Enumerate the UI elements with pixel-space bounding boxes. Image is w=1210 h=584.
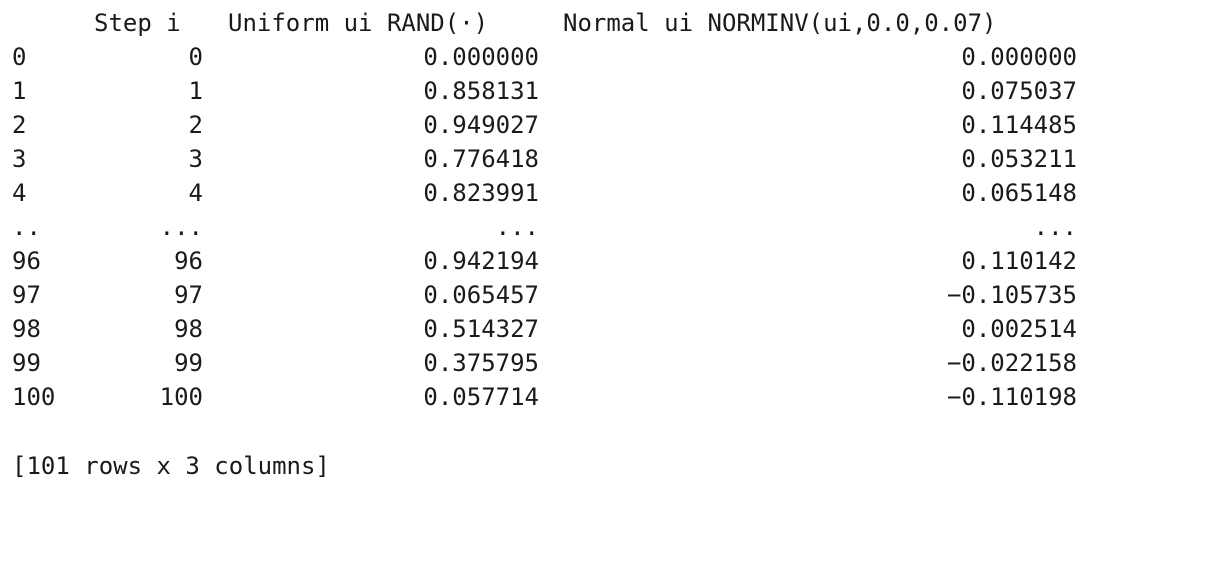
uniform-value: 0.065457 xyxy=(423,281,539,309)
row-index: 1 xyxy=(12,77,27,105)
table-row: 96 96 0.942194 0.110142 xyxy=(12,244,1202,278)
table-row: 97 97 0.065457 −0.105735 xyxy=(12,278,1202,312)
row-index: 0 xyxy=(12,43,27,71)
normal-value: ... xyxy=(1033,213,1077,241)
step-value: 1 xyxy=(188,77,203,105)
step-value: 99 xyxy=(174,349,203,377)
normal-value: 0.065148 xyxy=(961,179,1077,207)
row-index: .. xyxy=(12,213,41,241)
row-index: 99 xyxy=(12,349,41,377)
header-row: Step i Uniform ui RAND(·) Normal ui NORM… xyxy=(12,6,1202,40)
ellipsis-row: .. ... ... ... xyxy=(12,210,1202,244)
step-value: 100 xyxy=(159,383,203,411)
step-value: 4 xyxy=(188,179,203,207)
row-index: 100 xyxy=(12,383,56,411)
row-index: 98 xyxy=(12,315,41,343)
step-value: 97 xyxy=(174,281,203,309)
normal-value: 0.000000 xyxy=(961,43,1077,71)
step-value: 0 xyxy=(188,43,203,71)
table-row: 0 0 0.000000 0.000000 xyxy=(12,40,1202,74)
column-header-step: Step i xyxy=(94,9,181,37)
uniform-value: 0.949027 xyxy=(423,111,539,139)
row-index: 97 xyxy=(12,281,41,309)
uniform-value: 0.776418 xyxy=(423,145,539,173)
table-row: 2 2 0.949027 0.114485 xyxy=(12,108,1202,142)
normal-value: 0.075037 xyxy=(961,77,1077,105)
row-index: 2 xyxy=(12,111,27,139)
uniform-value: 0.514327 xyxy=(423,315,539,343)
step-value: ... xyxy=(159,213,203,241)
table-row: 3 3 0.776418 0.053211 xyxy=(12,142,1202,176)
step-value: 96 xyxy=(174,247,203,275)
row-index: 3 xyxy=(12,145,27,173)
normal-value: 0.114485 xyxy=(961,111,1077,139)
normal-value: −0.022158 xyxy=(946,349,1077,377)
normal-value: 0.002514 xyxy=(961,315,1077,343)
uniform-value: 0.858131 xyxy=(423,77,539,105)
normal-value: −0.110198 xyxy=(946,383,1077,411)
uniform-value: 0.823991 xyxy=(423,179,539,207)
normal-value: −0.105735 xyxy=(946,281,1077,309)
normal-value: 0.053211 xyxy=(961,145,1077,173)
normal-value: 0.110142 xyxy=(961,247,1077,275)
step-value: 3 xyxy=(188,145,203,173)
column-header-uniform: Uniform ui RAND(·) xyxy=(228,9,489,37)
table-row: 99 99 0.375795 −0.022158 xyxy=(12,346,1202,380)
table-row: 98 98 0.514327 0.002514 xyxy=(12,312,1202,346)
uniform-value: 0.057714 xyxy=(423,383,539,411)
dataframe-output: Step i Uniform ui RAND(·) Normal ui NORM… xyxy=(12,6,1202,414)
uniform-value: 0.375795 xyxy=(423,349,539,377)
step-value: 2 xyxy=(188,111,203,139)
uniform-value: ... xyxy=(495,213,539,241)
dataframe-summary: [101 rows x 3 columns] xyxy=(12,452,330,480)
table-row: 100 100 0.057714 −0.110198 xyxy=(12,380,1202,414)
step-value: 98 xyxy=(174,315,203,343)
table-row: 1 1 0.858131 0.075037 xyxy=(12,74,1202,108)
row-index: 4 xyxy=(12,179,27,207)
table-row: 4 4 0.823991 0.065148 xyxy=(12,176,1202,210)
uniform-value: 0.000000 xyxy=(423,43,539,71)
column-header-normal: Normal ui NORMINV(ui,0.0,0.07) xyxy=(563,9,997,37)
uniform-value: 0.942194 xyxy=(423,247,539,275)
row-index: 96 xyxy=(12,247,41,275)
